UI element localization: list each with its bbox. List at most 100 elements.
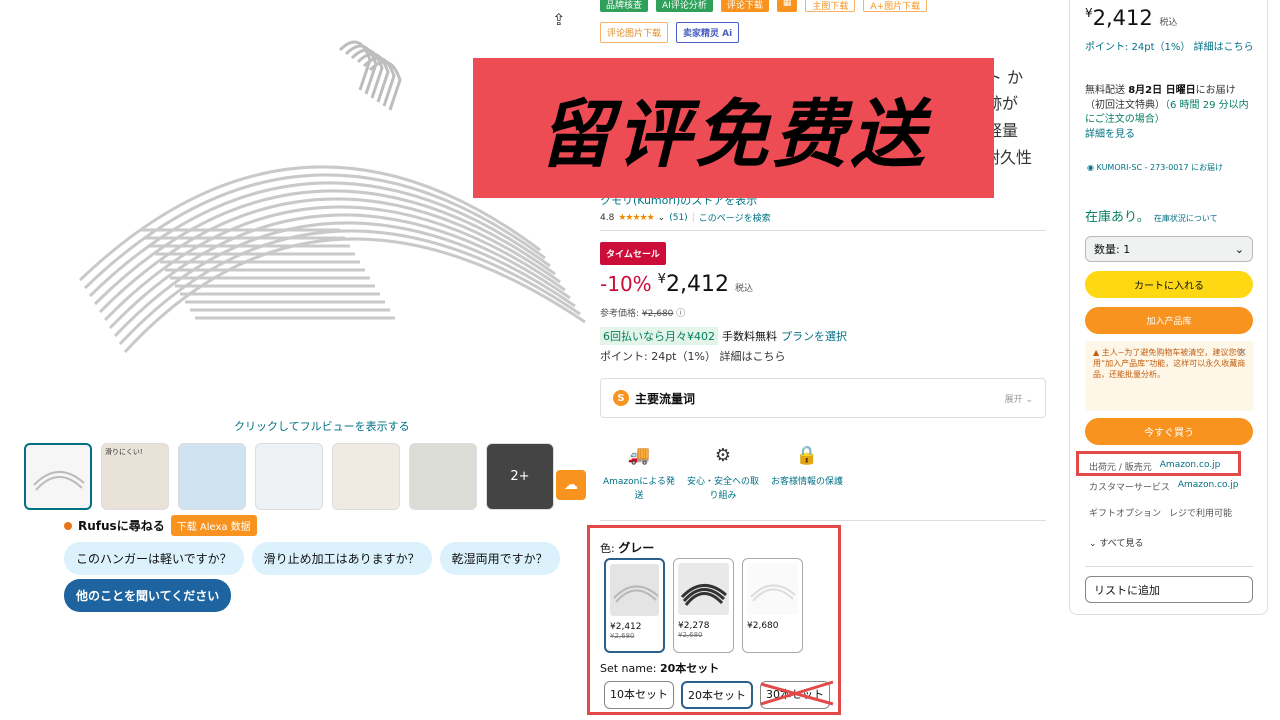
set-option-10[interactable]: 10本セット bbox=[604, 681, 674, 709]
review-image-download-button[interactable]: 评论图片下载 bbox=[600, 22, 669, 43]
stock-status: 在庫あり。 在庫状況について bbox=[1085, 206, 1218, 225]
reference-price-value: ¥2,680 bbox=[641, 309, 674, 319]
divider bbox=[600, 520, 1046, 521]
add-to-cart-button[interactable]: カートに入れる bbox=[1085, 271, 1253, 298]
review-download-button[interactable]: 评论下载 bbox=[720, 0, 769, 12]
rating-count[interactable]: (51) bbox=[669, 213, 687, 223]
thumbnail[interactable] bbox=[332, 443, 400, 510]
quantity-select[interactable]: 数量: 1 ⌄ bbox=[1085, 236, 1253, 262]
add-to-library-button[interactable]: 加入产品库 bbox=[1085, 307, 1253, 334]
expand-label: 展开 bbox=[1004, 394, 1023, 405]
stock-link[interactable]: 在庫状況について bbox=[1154, 214, 1218, 223]
buy-now-button[interactable]: 今すぐ買う bbox=[1085, 418, 1253, 445]
delivery-date: 8月2日 日曜日 bbox=[1128, 85, 1196, 96]
set-option-20[interactable]: 20本セット bbox=[681, 681, 753, 709]
extension-toolbar: 品牌核查 AI评论分析 评论下载 ▦ 主图下载 A+图片下载 bbox=[600, 0, 928, 12]
keywords-panel[interactable]: S 主要流量词 展开 ⌄ bbox=[600, 378, 1046, 418]
ai-review-button[interactable]: AI评论分析 bbox=[656, 0, 713, 12]
delivery-info: 無料配送 8月2日 日曜日にお届け（初回注文特典）（6 時間 29 分以内にご注… bbox=[1085, 84, 1255, 142]
chevron-down-icon[interactable]: ⌄ bbox=[658, 213, 666, 223]
thumbnail[interactable] bbox=[24, 443, 92, 510]
seller-key: ギフトオプション bbox=[1089, 509, 1162, 519]
tax-note: 税込 bbox=[1159, 18, 1178, 28]
keywords-title: S 主要流量词 bbox=[613, 390, 695, 407]
rufus-suggestions: このハンガーは軽いですか？ 滑り止め加工はありますか？ 乾湿両用ですか？ bbox=[64, 542, 560, 575]
info-icon[interactable]: ⓘ bbox=[676, 309, 685, 319]
delivery-details-link[interactable]: 詳細を見る bbox=[1085, 128, 1255, 143]
installment-highlight: 6回払いなら月々¥402 bbox=[600, 327, 718, 345]
thumbnail[interactable] bbox=[409, 443, 477, 510]
grid-icon[interactable]: ▦ bbox=[776, 0, 798, 12]
main-image-download-button[interactable]: 主图下载 bbox=[805, 0, 856, 12]
rufus-icon bbox=[64, 521, 72, 530]
reference-price: 参考価格: ¥2,680 ⓘ bbox=[600, 306, 685, 319]
color-swatch[interactable]: ¥2,278 ¥2,680 bbox=[673, 558, 734, 653]
seller-row: カスタマーサービス Amazon.co.jp bbox=[1089, 480, 1238, 493]
expand-button[interactable]: 展开 ⌄ bbox=[1005, 392, 1033, 405]
time-sale-badge: タイムセール bbox=[600, 242, 666, 265]
currency-symbol: ¥ bbox=[1085, 6, 1093, 20]
more-images-thumbnail[interactable]: 2+ bbox=[486, 443, 554, 510]
brand-check-button[interactable]: 品牌核查 bbox=[600, 0, 649, 12]
aplus-image-download-button[interactable]: A+图片下载 bbox=[863, 0, 928, 12]
color-label: 色: グレー bbox=[600, 539, 654, 556]
color-swatch[interactable]: ¥2,412 ¥2,680 bbox=[604, 558, 665, 653]
feature-shipping[interactable]: 🚚 Amazonによる発送 bbox=[600, 442, 678, 503]
share-icon[interactable]: ⇪ bbox=[552, 10, 565, 29]
rufus-question-chip[interactable]: 滑り止め加工はありますか？ bbox=[251, 542, 432, 575]
seller-value[interactable]: Amazon.co.jp bbox=[1178, 480, 1239, 493]
chevron-down-icon: ⌄ bbox=[1089, 539, 1097, 549]
cart-notice: ▲ 主人~为了避免购物车被清空，建议您使用“加入产品库”功能，这样可以永久收藏商… bbox=[1085, 341, 1253, 411]
separator: | bbox=[691, 212, 695, 223]
rufus-question-chip[interactable]: 乾湿両用ですか？ bbox=[439, 542, 560, 575]
thumbnail[interactable] bbox=[255, 443, 323, 510]
see-all-toggle[interactable]: ⌄ すべて見る bbox=[1089, 536, 1143, 549]
full-view-link[interactable]: クリックしてフルビューを表示する bbox=[234, 418, 410, 434]
ask-other-button[interactable]: 他のことを聞いてください bbox=[64, 579, 232, 612]
rufus-header: Rufusに尋ねる 下载 Alexa 数据 bbox=[64, 515, 257, 536]
cloud-upload-icon[interactable]: ☁ bbox=[556, 470, 586, 500]
star-rating-icon[interactable]: ★★★★★ bbox=[618, 213, 654, 223]
seller-sprite-ai-button[interactable]: 卖家精灵 Ai bbox=[676, 22, 740, 43]
thumbnail[interactable]: 滑りにくい! bbox=[101, 443, 169, 510]
stock-text: 在庫あり。 bbox=[1085, 210, 1150, 225]
quantity-label: 数量: 1 bbox=[1094, 243, 1131, 256]
installment-fee: 手数料無料 bbox=[722, 330, 777, 343]
thumbnail[interactable] bbox=[178, 443, 246, 510]
seller-key: 出荷元 / 販売元 bbox=[1089, 463, 1152, 473]
installment-plan-link[interactable]: プランを選択 bbox=[781, 328, 847, 344]
delivery-free: 無料配送 bbox=[1085, 85, 1125, 96]
alexa-download-button[interactable]: 下载 Alexa 数据 bbox=[170, 515, 257, 536]
swatch-image bbox=[610, 564, 659, 616]
points-row[interactable]: ポイント: 24pt（1%） 詳細はこちら bbox=[600, 348, 785, 364]
set-option-30[interactable]: 30本セット bbox=[760, 680, 834, 709]
divider bbox=[600, 230, 1046, 231]
see-all-label: すべて見る bbox=[1099, 539, 1144, 549]
divider bbox=[1085, 566, 1253, 567]
swatch-image bbox=[678, 563, 729, 615]
feature-privacy[interactable]: 🔒 お客様情報の保護 bbox=[768, 442, 846, 503]
set-value: 20本セット bbox=[659, 662, 720, 675]
set-name-label: Set name: 20本セット bbox=[600, 660, 719, 676]
thumbnail-caption: 滑りにくい! bbox=[105, 448, 143, 456]
price-value: 2,412 bbox=[665, 272, 729, 297]
close-icon[interactable]: ✕ bbox=[1238, 345, 1247, 360]
set-label-text: Set name: bbox=[600, 662, 657, 675]
notice-text: 主人~为了避免购物车被清空，建议您使用“加入产品库”功能，这样可以永久收藏商品，… bbox=[1093, 348, 1246, 380]
promo-overlay-banner: 留评免费送 bbox=[473, 58, 994, 198]
seller-value[interactable]: Amazon.co.jp bbox=[1160, 460, 1221, 473]
discount-percent: -10% bbox=[600, 272, 652, 296]
delivery-location[interactable]: ◉ KUMORI-SC - 273-0017 にお届け bbox=[1087, 162, 1255, 173]
cross-out-icon bbox=[760, 680, 834, 706]
feature-label: 安心・安全への取り組み bbox=[686, 477, 759, 501]
price: ¥2,412 bbox=[658, 272, 729, 297]
buybox-points[interactable]: ポイント: 24pt（1%） 詳細はこちら bbox=[1085, 40, 1255, 55]
buybox-price: ¥2,412 税込 bbox=[1085, 6, 1177, 30]
price-row: -10% ¥2,412 税込 bbox=[600, 272, 753, 297]
rufus-question-chip[interactable]: このハンガーは軽いですか？ bbox=[64, 542, 244, 575]
search-page-link[interactable]: このページを検索 bbox=[699, 211, 771, 224]
color-swatch[interactable]: ¥2,680 bbox=[742, 558, 803, 653]
add-to-list-button[interactable]: リストに追加 bbox=[1085, 576, 1253, 603]
swatch-price: ¥2,680 bbox=[747, 621, 779, 631]
feature-safety[interactable]: ⚙ 安心・安全への取り組み bbox=[684, 442, 762, 503]
